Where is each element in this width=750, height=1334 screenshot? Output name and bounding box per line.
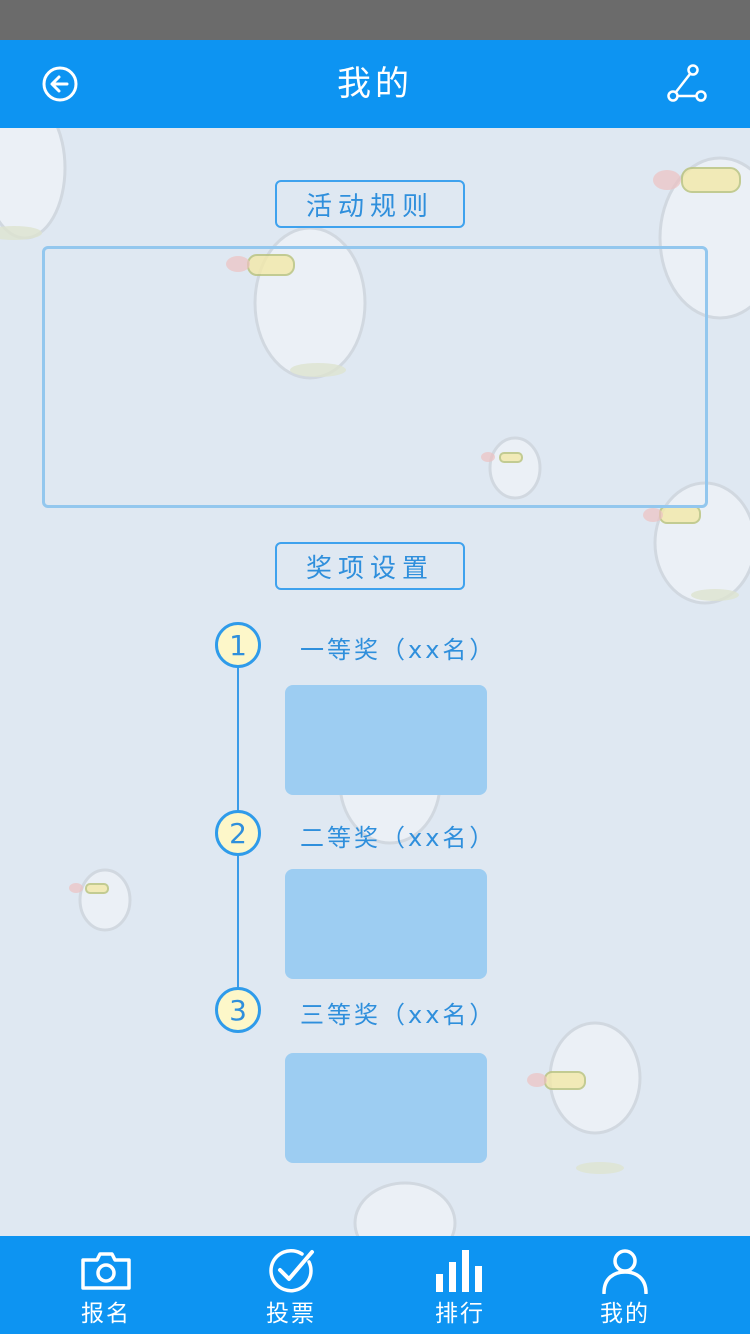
status-bar <box>0 0 750 40</box>
tab-label: 投票 <box>266 1301 316 1327</box>
tab-bar: 报名 投票 排行 我的 <box>0 1236 750 1334</box>
check-circle-icon <box>269 1248 314 1293</box>
tab-label: 我的 <box>600 1301 650 1327</box>
tab-signup[interactable]: 报名 <box>46 1236 166 1334</box>
award-number-badge: 2 <box>215 810 261 856</box>
award-number-badge: 1 <box>215 622 261 668</box>
award-number-badge: 3 <box>215 987 261 1033</box>
rules-content-box <box>42 246 708 508</box>
award-image-placeholder <box>285 869 487 979</box>
award-image-placeholder <box>285 1053 487 1163</box>
user-icon <box>602 1249 648 1294</box>
nav-bar: 我的 <box>0 40 750 128</box>
awards-label: 奖项设置 <box>275 542 465 590</box>
award-image-placeholder <box>285 685 487 795</box>
bar-chart-icon <box>436 1250 482 1292</box>
tab-mine[interactable]: 我的 <box>565 1236 685 1334</box>
page-title: 我的 <box>337 64 413 104</box>
tab-label: 报名 <box>81 1301 131 1327</box>
rules-label: 活动规则 <box>275 180 465 228</box>
tab-label: 排行 <box>435 1301 485 1327</box>
camera-icon <box>81 1252 131 1290</box>
award-title: 一等奖（xx名） <box>300 636 497 664</box>
award-title: 三等奖（xx名） <box>300 1001 497 1029</box>
content-area[interactable]: 活动规则 奖项设置 1 一等奖（xx名） 2 二等奖（xx名） 3 三等奖（xx… <box>0 128 750 1236</box>
share-button[interactable] <box>664 62 708 106</box>
tab-ranking[interactable]: 排行 <box>400 1236 520 1334</box>
share-icon <box>667 64 707 102</box>
award-title: 二等奖（xx名） <box>300 824 497 852</box>
tab-vote[interactable]: 投票 <box>231 1236 351 1334</box>
